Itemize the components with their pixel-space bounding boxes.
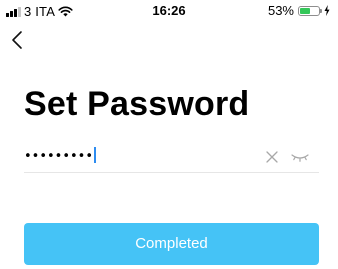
back-button[interactable] [6,28,30,52]
password-field [24,141,319,173]
completed-button[interactable]: Completed [24,223,319,265]
password-input[interactable] [24,145,244,167]
battery-percent: 53% [267,3,294,18]
battery-level [300,7,310,14]
chevron-left-icon [12,31,22,49]
battery-icon [298,5,322,16]
charging-bolt-icon [324,5,330,16]
clear-button[interactable] [265,150,279,164]
close-icon [266,151,278,163]
eye-closed-icon [291,154,309,162]
status-bar: 3 ITA 16:26 53% [0,0,338,22]
text-caret [94,147,96,163]
status-right: 53% [268,3,330,18]
page-title: Set Password [24,85,250,123]
set-password-screen: 3 ITA 16:26 53% Set Password ••••••••• C… [0,0,338,269]
toggle-visibility-button[interactable] [290,150,310,164]
